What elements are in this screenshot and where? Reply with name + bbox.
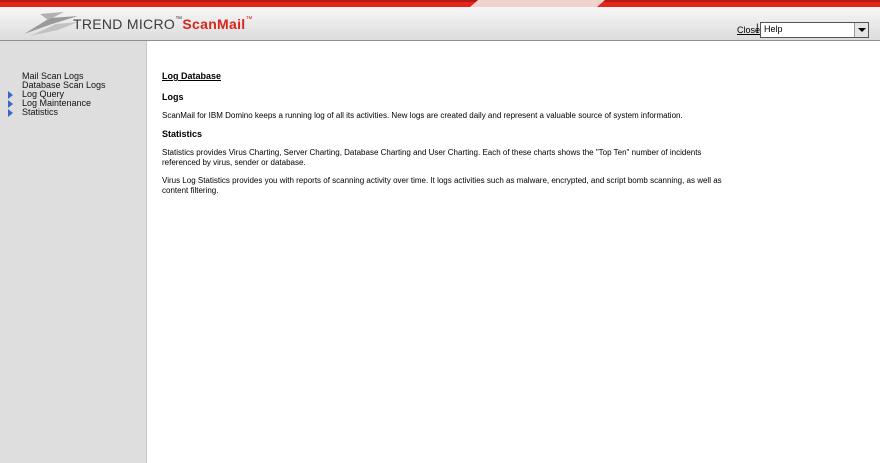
chevron-down-icon[interactable]: [854, 23, 868, 37]
brand-company: TREND MICRO: [73, 16, 176, 32]
expand-arrow-icon: [8, 109, 13, 117]
top-accent-shade: [0, 0, 880, 2]
logs-paragraph: ScanMail for IBM Domino keeps a running …: [162, 111, 683, 120]
expand-arrow-icon: [8, 100, 13, 108]
expand-arrow-icon: [8, 91, 13, 99]
brand-product-trademark: ™: [245, 16, 253, 23]
top-accent-tab: [470, 0, 605, 7]
help-dropdown[interactable]: Help: [760, 22, 869, 38]
virus-log-statistics-paragraph: Virus Log Statistics provides you with r…: [162, 176, 722, 195]
brand-product: ScanMail: [182, 16, 246, 32]
sidebar-item-statistics[interactable]: Statistics: [8, 108, 106, 117]
top-accent-bar: [0, 0, 880, 7]
section-heading-logs: Logs: [162, 92, 184, 102]
help-dropdown-value: Help: [764, 24, 783, 34]
trend-micro-logo-icon: [24, 12, 78, 36]
sidebar: Mail Scan Logs Database Scan Logs Log Qu…: [0, 41, 147, 463]
brand-title: TREND MICRO™ScanMail™: [73, 16, 253, 32]
page-title: Log Database: [162, 71, 222, 81]
statistics-paragraph: Statistics provides Virus Charting, Serv…: [162, 148, 702, 167]
sidebar-nav: Mail Scan Logs Database Scan Logs Log Qu…: [8, 72, 106, 117]
main-content: Log Database Logs ScanMail for IBM Domin…: [162, 71, 722, 204]
sidebar-item-label: Statistics: [22, 107, 59, 117]
app-header: TREND MICRO™ScanMail™ Close | Help: [0, 7, 880, 41]
section-heading-statistics: Statistics: [162, 129, 203, 139]
header-separator: |: [756, 23, 759, 34]
